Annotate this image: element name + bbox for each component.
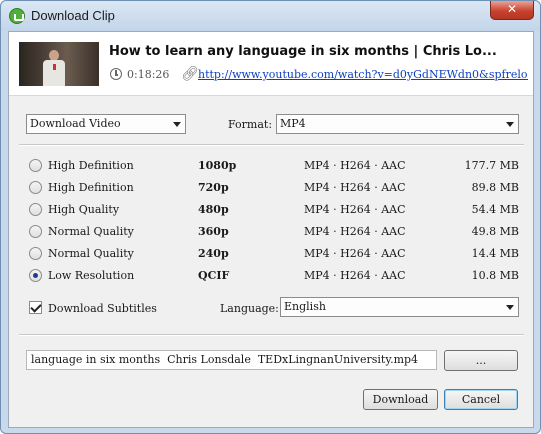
quality-radio[interactable] bbox=[29, 181, 42, 194]
chevron-down-icon bbox=[506, 305, 514, 310]
quality-option-row[interactable]: Normal Quality 240p MP4 · H264 · AAC 14.… bbox=[9, 244, 533, 264]
format-value: MP4 bbox=[280, 117, 306, 130]
format-select[interactable]: MP4 bbox=[276, 114, 519, 134]
app-download-icon bbox=[9, 8, 25, 24]
quality-resolution: 480p bbox=[198, 203, 229, 216]
quality-name: Normal Quality bbox=[48, 225, 134, 238]
speaker-figure bbox=[43, 50, 65, 86]
quality-name: Low Resolution bbox=[48, 269, 135, 282]
quality-radio[interactable] bbox=[29, 247, 42, 260]
video-duration: 0:18:26 bbox=[127, 68, 170, 81]
download-subtitles-label: Download Subtitles bbox=[48, 302, 157, 315]
quality-option-row[interactable]: Normal Quality 360p MP4 · H264 · AAC 49.… bbox=[9, 222, 533, 242]
quality-radio[interactable] bbox=[29, 269, 42, 282]
quality-option-row[interactable]: High Quality 480p MP4 · H264 · AAC 54.4 … bbox=[9, 200, 533, 220]
quality-codec: MP4 · H264 · AAC bbox=[304, 181, 406, 194]
quality-file-size: 10.8 MB bbox=[471, 269, 519, 282]
link-icon: 🔗︎ bbox=[181, 66, 199, 82]
quality-codec: MP4 · H264 · AAC bbox=[304, 247, 406, 260]
chevron-down-icon bbox=[173, 122, 181, 127]
quality-option-row[interactable]: Low Resolution QCIF MP4 · H264 · AAC 10.… bbox=[9, 266, 533, 286]
chevron-down-icon bbox=[506, 122, 514, 127]
quality-codec: MP4 · H264 · AAC bbox=[304, 203, 406, 216]
quality-resolution: 240p bbox=[198, 247, 229, 260]
quality-resolution: 1080p bbox=[198, 159, 237, 172]
video-title: How to learn any language in six months … bbox=[109, 44, 497, 59]
video-info-header: How to learn any language in six months … bbox=[9, 32, 533, 96]
divider bbox=[19, 144, 524, 146]
quality-resolution: QCIF bbox=[198, 269, 230, 282]
quality-resolution: 360p bbox=[198, 225, 229, 238]
download-clip-window: Download Clip ✕ How to learn any languag… bbox=[0, 0, 541, 434]
download-type-value: Download Video bbox=[30, 117, 121, 130]
window-title: Download Clip bbox=[31, 8, 115, 23]
quality-file-size: 54.4 MB bbox=[471, 203, 519, 216]
language-value: English bbox=[284, 300, 326, 313]
quality-codec: MP4 · H264 · AAC bbox=[304, 225, 406, 238]
clock-icon bbox=[110, 68, 122, 80]
quality-name: High Definition bbox=[48, 181, 134, 194]
download-type-select[interactable]: Download Video bbox=[26, 114, 186, 134]
cancel-button[interactable]: Cancel bbox=[444, 389, 518, 410]
format-label: Format: bbox=[228, 118, 273, 131]
quality-resolution: 720p bbox=[198, 181, 229, 194]
quality-name: Normal Quality bbox=[48, 247, 134, 260]
quality-file-size: 89.8 MB bbox=[471, 181, 519, 194]
download-subtitles-checkbox[interactable] bbox=[29, 301, 42, 314]
quality-option-row[interactable]: High Definition 1080p MP4 · H264 · AAC 1… bbox=[9, 156, 533, 176]
browse-button[interactable]: ... bbox=[444, 350, 518, 371]
quality-name: High Definition bbox=[48, 159, 134, 172]
quality-radio[interactable] bbox=[29, 203, 42, 216]
divider bbox=[19, 334, 524, 336]
quality-codec: MP4 · H264 · AAC bbox=[304, 269, 406, 282]
quality-codec: MP4 · H264 · AAC bbox=[304, 159, 406, 172]
video-url-link[interactable]: http://www.youtube.com/watch?v=d0yGdNEWd… bbox=[198, 68, 528, 81]
quality-file-size: 177.7 MB bbox=[464, 159, 519, 172]
download-button[interactable]: Download bbox=[363, 389, 438, 410]
output-filename-field[interactable]: language in six months Chris Lonsdale TE… bbox=[26, 350, 437, 370]
quality-file-size: 14.4 MB bbox=[471, 247, 519, 260]
quality-radio[interactable] bbox=[29, 159, 42, 172]
quality-name: High Quality bbox=[48, 203, 120, 216]
title-bar[interactable]: Download Clip ✕ bbox=[1, 1, 540, 31]
quality-option-row[interactable]: High Definition 720p MP4 · H264 · AAC 89… bbox=[9, 178, 533, 198]
quality-radio[interactable] bbox=[29, 225, 42, 238]
language-select[interactable]: English bbox=[280, 297, 519, 317]
quality-file-size: 49.8 MB bbox=[471, 225, 519, 238]
dialog-body: How to learn any language in six months … bbox=[8, 31, 534, 428]
language-label: Language: bbox=[220, 302, 279, 315]
video-thumbnail bbox=[19, 42, 99, 86]
close-button[interactable]: ✕ bbox=[490, 1, 534, 20]
